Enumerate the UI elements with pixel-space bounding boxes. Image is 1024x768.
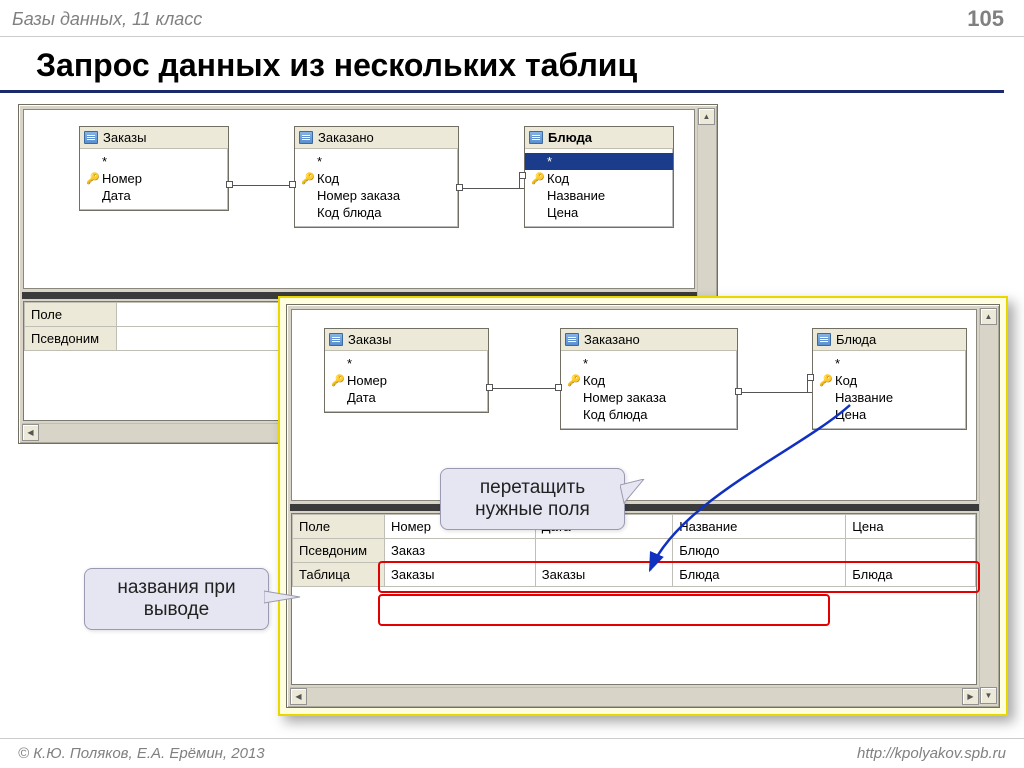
scrollbar-horizontal[interactable]: ◀ ▶ [290, 687, 979, 704]
table-icon [84, 131, 98, 144]
grid-cell[interactable]: Заказы [385, 563, 536, 587]
grid-cell[interactable]: Блюдо [673, 539, 846, 563]
table-orders[interactable]: Заказы * 🔑Номер Дата [324, 328, 489, 413]
key-icon: 🔑 [86, 172, 98, 185]
key-icon: 🔑 [301, 172, 313, 185]
callout-output-names: названия при выводе [84, 568, 269, 630]
grid-cell[interactable]: Название [673, 515, 846, 539]
copyright: © К.Ю. Поляков, Е.А. Ерёмин, 2013 [18, 745, 265, 762]
row-label: Псевдоним [293, 539, 385, 563]
grid-cell[interactable] [535, 539, 672, 563]
scroll-up-icon[interactable]: ▲ [980, 308, 997, 325]
page-number: 105 [967, 6, 1004, 32]
relation-line [459, 188, 524, 189]
table-dishes[interactable]: Блюда * 🔑Код Название Цена [812, 328, 967, 430]
relation-line [229, 185, 294, 186]
row-label: Поле [293, 515, 385, 539]
qbe-grid[interactable]: Поле Номер▼ Дата Название Цена Псевдоним… [291, 513, 977, 685]
key-icon: 🔑 [567, 374, 579, 387]
table-title: Заказы [80, 127, 228, 149]
scroll-left-icon[interactable]: ◀ [22, 424, 39, 441]
table-dishes[interactable]: Блюда * 🔑Код Название Цена [524, 126, 674, 228]
table-ordered[interactable]: Заказано * 🔑Код Номер заказа Код блюда [560, 328, 738, 430]
callout-drag-fields: перетащить нужные поля [440, 468, 625, 530]
relation-line [738, 392, 812, 393]
grid-cell[interactable] [846, 539, 976, 563]
table-icon [817, 333, 831, 346]
row-label: Псевдоним [25, 327, 117, 351]
table-orders[interactable]: Заказы * 🔑Номер Дата [79, 126, 229, 211]
scroll-up-icon[interactable]: ▲ [698, 108, 715, 125]
row-label: Поле [25, 303, 117, 327]
slide-footer: © К.Ю. Поляков, Е.А. Ерёмин, 2013 http:/… [0, 738, 1024, 768]
scroll-down-icon[interactable]: ▼ [980, 687, 997, 704]
key-icon: 🔑 [331, 374, 343, 387]
scrollbar-vertical[interactable]: ▲ ▼ [979, 308, 996, 704]
breadcrumb: Базы данных, 11 класс [12, 9, 202, 30]
key-icon: 🔑 [819, 374, 831, 387]
scroll-right-icon[interactable]: ▶ [962, 688, 979, 705]
slide-header: Базы данных, 11 класс 105 [0, 0, 1024, 37]
table-icon [565, 333, 579, 346]
row-label: Таблица [293, 563, 385, 587]
table-icon [299, 131, 313, 144]
table-ordered[interactable]: Заказано * 🔑Код Номер заказа Код блюда [294, 126, 459, 228]
grid-cell[interactable]: Цена [846, 515, 976, 539]
scroll-left-icon[interactable]: ◀ [290, 688, 307, 705]
grid-cell[interactable]: Заказ [385, 539, 536, 563]
key-icon: 🔑 [531, 172, 543, 185]
page-title: Запрос данных из нескольких таблиц [0, 37, 1004, 93]
footer-link[interactable]: http://kpolyakov.spb.ru [857, 745, 1006, 762]
relation-line [489, 388, 560, 389]
grid-cell[interactable]: Заказы [535, 563, 672, 587]
grid-cell[interactable]: Блюда [846, 563, 976, 587]
table-icon [329, 333, 343, 346]
grid-cell[interactable]: Блюда [673, 563, 846, 587]
table-icon [529, 131, 543, 144]
